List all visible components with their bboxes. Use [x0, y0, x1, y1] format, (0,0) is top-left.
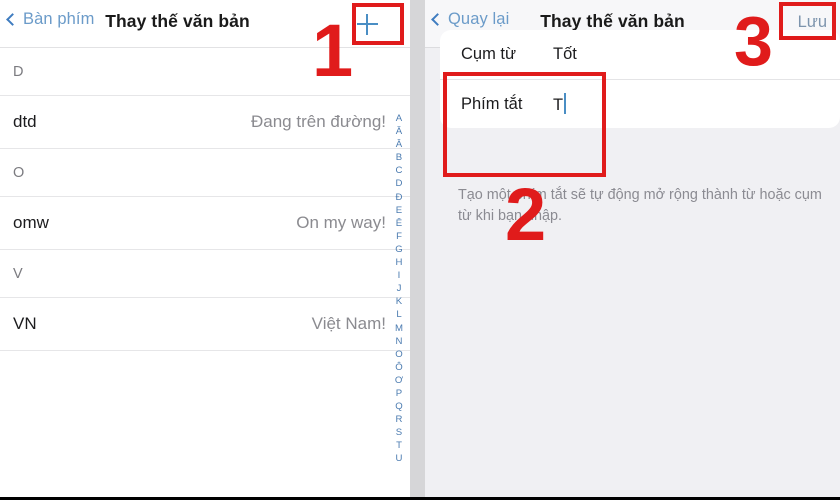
alphabet-index-letter[interactable]: S	[396, 426, 402, 439]
left-nav-bar: Bàn phím Thay thế văn bản	[0, 0, 410, 48]
phrase-input[interactable]: Tốt	[553, 45, 577, 64]
alphabet-index-letter[interactable]: F	[396, 230, 402, 243]
alphabet-index-letter[interactable]: T	[396, 439, 402, 452]
entry-phrase: Việt Nam!	[311, 314, 386, 333]
phrase-row[interactable]: Cụm từ Tốt	[440, 30, 840, 79]
alphabet-index-letter[interactable]: Ê	[396, 217, 402, 230]
shortcut-input-text: T	[553, 96, 564, 114]
replacement-form-card: Cụm từ Tốt Phím tắt T	[440, 30, 840, 128]
alphabet-index-letter[interactable]: J	[397, 282, 402, 295]
alphabet-index-letter[interactable]: M	[395, 322, 403, 335]
add-entry-button[interactable]	[346, 6, 388, 42]
list-item[interactable]: VN Việt Nam!	[0, 298, 410, 351]
alphabet-index-letter[interactable]: Đ	[396, 191, 403, 204]
alphabet-index-letter[interactable]: I	[398, 269, 401, 282]
section-header: V	[0, 250, 410, 298]
text-replacement-entry-list: D dtd Đang trên đường! O omw On my way! …	[0, 48, 410, 351]
shortcut-row[interactable]: Phím tắt T	[440, 79, 840, 128]
alphabet-index-letter[interactable]: C	[396, 164, 403, 177]
alphabet-index-letter[interactable]: E	[396, 204, 402, 217]
text-cursor-icon	[564, 93, 567, 114]
alphabet-index-letter[interactable]: Ơ	[395, 374, 403, 387]
section-header: D	[0, 48, 410, 96]
alphabet-index-letter[interactable]: K	[396, 295, 402, 308]
alphabet-index-letter[interactable]: B	[396, 151, 402, 164]
left-panel-text-replacement-list: Bàn phím Thay thế văn bản D dtd Đang trê…	[0, 0, 410, 497]
entry-shortcut: omw	[13, 213, 49, 232]
alphabet-index-letter[interactable]: L	[396, 308, 401, 321]
alphabet-index-letter[interactable]: Ă	[396, 125, 402, 138]
alphabet-index-letter[interactable]: Â	[396, 138, 402, 151]
alphabet-index-letter[interactable]: O	[395, 348, 402, 361]
plus-icon	[356, 13, 378, 35]
alphabet-index-letter[interactable]: N	[396, 335, 403, 348]
alphabet-index-letter[interactable]: A	[396, 112, 402, 125]
entry-phrase: Đang trên đường!	[251, 112, 386, 131]
section-header: O	[0, 149, 410, 197]
right-panel-edit-replacement: Quay lại Thay thế văn bản Lưu Cụm từ Tốt…	[425, 0, 840, 497]
shortcut-input[interactable]: T	[553, 93, 567, 115]
list-item[interactable]: dtd Đang trên đường!	[0, 96, 410, 149]
alphabet-index-letter[interactable]: Ô	[395, 361, 402, 374]
right-page-title: Thay thế văn bản	[540, 11, 685, 31]
phrase-label: Cụm từ	[461, 45, 517, 63]
alphabet-index-letter[interactable]: R	[396, 413, 403, 426]
form-hint-text: Tạo một phím tắt sẽ tự động mở rộng thàn…	[458, 187, 822, 224]
alphabet-index-scrubber[interactable]: AĂÂBCDĐEÊFGHIJKLMNOÔƠPQRSTU	[391, 112, 407, 466]
alphabet-index-letter[interactable]: U	[396, 452, 403, 465]
entry-shortcut: dtd	[13, 112, 37, 131]
alphabet-index-letter[interactable]: G	[395, 243, 402, 256]
alphabet-index-letter[interactable]: H	[396, 256, 403, 269]
entry-shortcut: VN	[13, 314, 37, 333]
list-item[interactable]: omw On my way!	[0, 197, 410, 250]
entry-phrase: On my way!	[296, 213, 386, 232]
alphabet-index-letter[interactable]: P	[396, 387, 402, 400]
panel-divider	[410, 0, 425, 497]
alphabet-index-letter[interactable]: D	[396, 177, 403, 190]
screenshot-root: Bàn phím Thay thế văn bản D dtd Đang trê…	[0, 0, 840, 500]
alphabet-index-letter[interactable]: Q	[395, 400, 402, 413]
shortcut-label: Phím tắt	[461, 94, 523, 113]
